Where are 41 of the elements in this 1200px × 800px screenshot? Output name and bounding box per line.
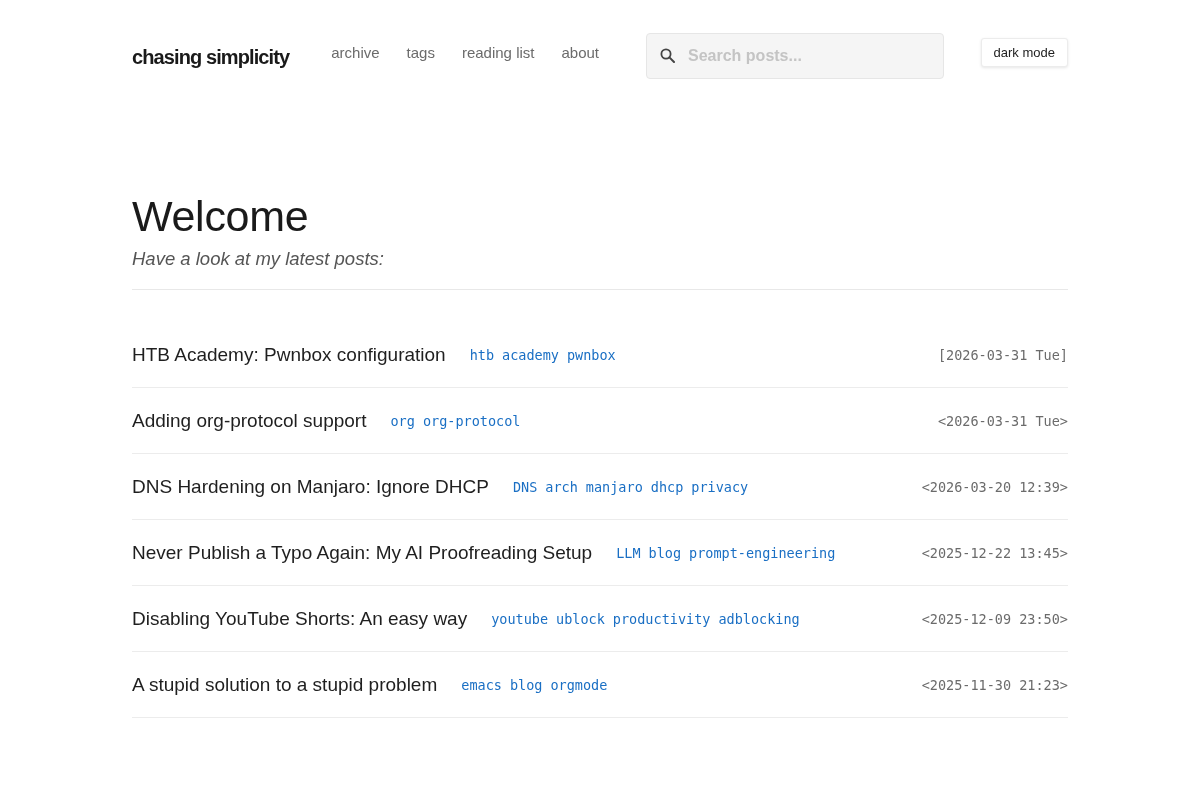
nav-link[interactable]: tags bbox=[406, 43, 435, 61]
post-title-link[interactable]: Never Publish a Typo Again: My AI Proofreading Setup bbox=[132, 541, 593, 564]
tag-link[interactable]: htb bbox=[469, 346, 495, 363]
post-date: <2025-12-09 23:50> bbox=[921, 610, 1068, 627]
tag-link[interactable]: productivity bbox=[612, 610, 711, 627]
tag-link[interactable]: ublock bbox=[556, 610, 605, 627]
post-date: <2025-11-30 21:23> bbox=[921, 676, 1068, 693]
tag-link[interactable]: prompt-engineering bbox=[689, 544, 836, 561]
nav-link[interactable]: about bbox=[561, 43, 599, 61]
site-title[interactable]: chasing simplicity bbox=[132, 45, 290, 69]
tag-link[interactable]: academy bbox=[502, 346, 559, 363]
post-date: <2025-12-22 13:45> bbox=[921, 544, 1068, 561]
tag-link[interactable]: dhcp bbox=[650, 478, 684, 495]
tag-link[interactable]: arch bbox=[545, 478, 578, 495]
page-subtitle: Have a look at my latest posts: bbox=[132, 247, 385, 271]
tag-link[interactable]: pwnbox bbox=[566, 346, 616, 363]
tag-link[interactable]: org-protocol bbox=[422, 412, 521, 429]
post-date: [2026-03-31 Tue] bbox=[937, 346, 1068, 363]
tag-link[interactable]: LLM bbox=[616, 544, 641, 561]
tag-link[interactable]: youtube bbox=[491, 610, 549, 627]
post-title-link[interactable]: A stupid solution to a stupid problem bbox=[132, 673, 438, 696]
tag-link[interactable]: blog bbox=[648, 544, 682, 561]
post-title-link[interactable]: Disabling YouTube Shorts: An easy way bbox=[132, 607, 468, 630]
tag-link[interactable]: blog bbox=[509, 676, 543, 693]
tag-link[interactable]: adblocking bbox=[718, 610, 800, 627]
tag-link[interactable]: manjaro bbox=[585, 478, 643, 495]
nav-link[interactable]: reading list bbox=[461, 43, 535, 61]
search-icon bbox=[660, 48, 675, 63]
post-title-link[interactable]: DNS Hardening on Manjaro: Ignore DHCP bbox=[132, 475, 489, 498]
nav-link[interactable]: archive bbox=[331, 43, 380, 61]
tag-link[interactable]: DNS bbox=[512, 478, 538, 495]
dark-mode-button[interactable]: dark mode bbox=[980, 37, 1068, 67]
tag-link[interactable]: orgmode bbox=[550, 676, 608, 693]
tag-link[interactable]: emacs bbox=[461, 676, 502, 693]
post-title-link[interactable]: HTB Academy: Pwnbox configuration bbox=[132, 343, 446, 366]
page-heading: Welcome bbox=[132, 191, 310, 241]
post-title-link[interactable]: Adding org-protocol support bbox=[132, 409, 367, 432]
tag-link[interactable]: org bbox=[390, 412, 415, 429]
post-date: <2026-03-31 Tue> bbox=[937, 412, 1068, 429]
tag-link[interactable]: privacy bbox=[691, 478, 749, 495]
post-date: <2026-03-20 12:39> bbox=[921, 478, 1068, 495]
